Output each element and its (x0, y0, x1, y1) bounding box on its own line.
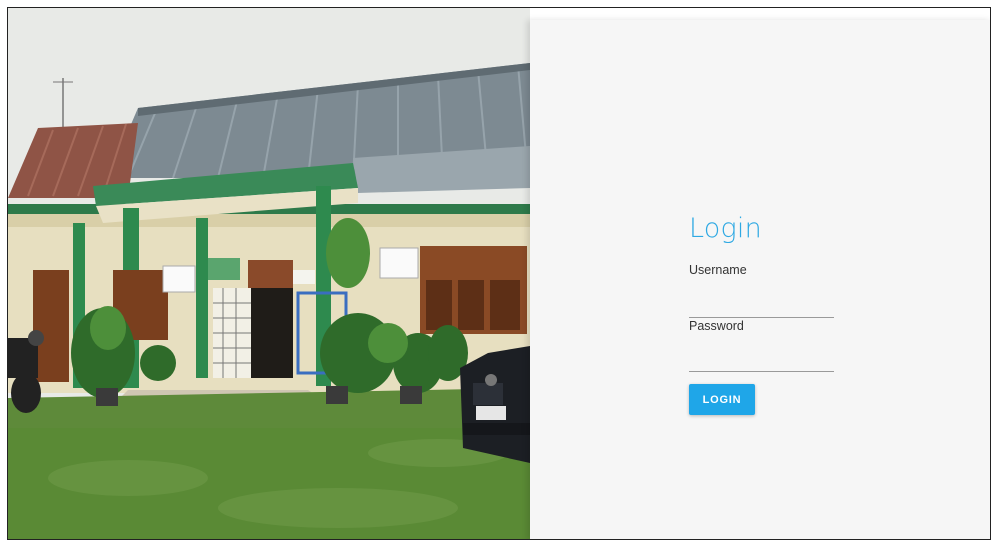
username-label: Username (689, 263, 747, 277)
login-title: Login (689, 213, 762, 244)
building-photo (8, 8, 530, 539)
password-label: Password (689, 319, 744, 333)
password-field-group: Password (689, 319, 839, 372)
username-field-group: Username (689, 263, 839, 318)
login-panel: Login Username Password LOGIN (530, 20, 990, 539)
app-window: Login Username Password LOGIN (7, 7, 991, 540)
login-button[interactable]: LOGIN (689, 384, 755, 415)
password-input[interactable] (689, 345, 834, 372)
login-form: Login Username Password LOGIN (689, 213, 839, 415)
username-input[interactable] (689, 291, 834, 318)
